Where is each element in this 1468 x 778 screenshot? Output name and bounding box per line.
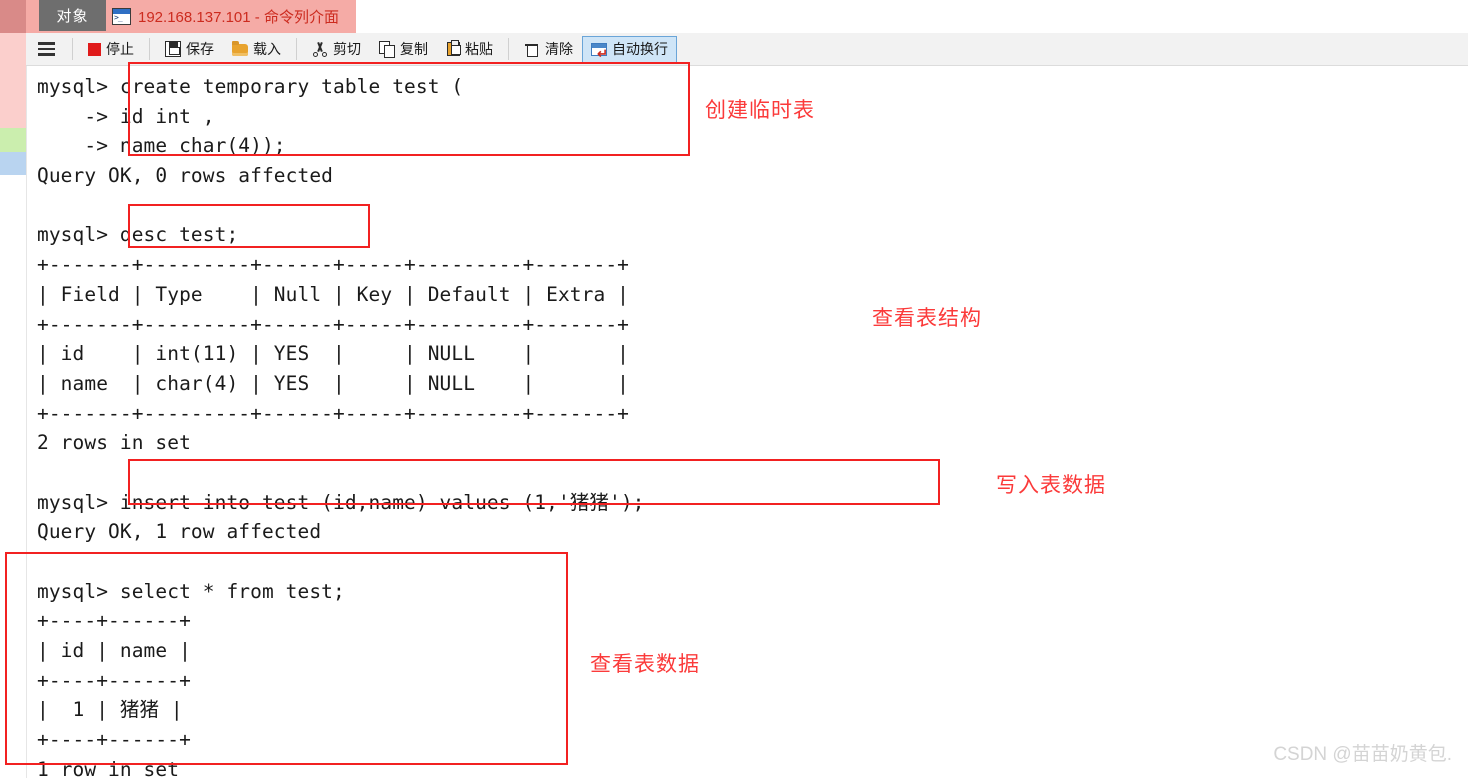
- terminal-line: | name | char(4) | YES | | NULL | |: [37, 371, 629, 395]
- word-wrap-button-label: 自动换行: [612, 41, 668, 57]
- rail-segment-dark: [0, 0, 26, 33]
- stop-icon: [88, 42, 101, 56]
- terminal-line: Query OK, 1 row affected: [37, 520, 322, 544]
- terminal-line: Query OK, 0 rows affected: [37, 164, 333, 188]
- annotation-create-temp-table: 创建临时表: [705, 99, 815, 122]
- load-button-label: 载入: [253, 41, 281, 57]
- terminal-line: +-------+---------+------+-----+--------…: [37, 312, 629, 336]
- tab-command-line[interactable]: 192.168.137.101 - 命令列介面: [106, 0, 351, 33]
- cut-button-label: 剪切: [333, 41, 361, 57]
- terminal-line: +-------+---------+------+-----+--------…: [37, 253, 629, 277]
- toolbar: 停止 保存 载入 剪切 复制 粘贴 清除 ↵ 自动换行: [26, 33, 1468, 66]
- rail-segment-green: [0, 128, 26, 152]
- terminal-line: +----+------+: [37, 668, 191, 692]
- clear-button-label: 清除: [545, 41, 573, 57]
- annotation-view-table-structure: 查看表结构: [872, 307, 982, 330]
- terminal-line: +-------+---------+------+-----+--------…: [37, 401, 629, 425]
- copy-icon: [379, 41, 395, 58]
- tab-objects[interactable]: 对象: [39, 0, 106, 31]
- terminal-line: | id | name |: [37, 639, 191, 663]
- trash-icon: [524, 41, 540, 57]
- left-color-rail: [0, 0, 26, 778]
- terminal-output[interactable]: mysql> create temporary table test ( -> …: [26, 66, 1468, 778]
- stop-button[interactable]: 停止: [79, 36, 143, 63]
- save-button[interactable]: 保存: [156, 36, 223, 63]
- terminal-line: -> name char(4));: [37, 134, 286, 158]
- rail-segment-pink: [0, 33, 26, 128]
- tab-objects-label: 对象: [56, 8, 89, 25]
- save-button-label: 保存: [186, 41, 214, 57]
- paste-button-label: 粘贴: [465, 41, 493, 57]
- folder-open-icon: [232, 41, 248, 56]
- load-button[interactable]: 载入: [223, 36, 290, 63]
- toolbar-divider: [508, 38, 509, 60]
- tab-strip: 对象 192.168.137.101 - 命令列介面: [26, 0, 1468, 33]
- toolbar-divider: [296, 38, 297, 60]
- terminal-line: +----+------+: [37, 609, 191, 633]
- paste-button[interactable]: 粘贴: [437, 36, 502, 63]
- paste-icon: [447, 40, 461, 56]
- toolbar-divider: [149, 38, 150, 60]
- word-wrap-button[interactable]: 自动换行: [582, 35, 677, 63]
- console-icon: [112, 8, 131, 25]
- save-icon: [165, 41, 181, 57]
- annotation-insert-table-data: 写入表数据: [996, 474, 1106, 497]
- toolbar-divider: [72, 38, 73, 60]
- terminal-line: +----+------+: [37, 728, 191, 752]
- terminal-line: mysql> select * from test;: [37, 579, 345, 603]
- terminal-line: 1 row in set: [37, 757, 180, 778]
- terminal-line: mysql> insert into test (id,name) values…: [37, 490, 645, 514]
- terminal-line: | 1 | 猪猪 |: [37, 698, 183, 722]
- tab-strip-empty-area: [356, 0, 1468, 33]
- watermark: CSDN @苗苗奶黄包.: [1273, 744, 1452, 765]
- command-line-window: 对象 192.168.137.101 - 命令列介面 停止 保存 载入: [0, 0, 1468, 778]
- clear-button[interactable]: 清除: [515, 36, 582, 63]
- hamburger-menu-icon[interactable]: [26, 33, 66, 66]
- terminal-line: | id | int(11) | YES | | NULL | |: [37, 342, 629, 366]
- tab-command-line-label: 192.168.137.101 - 命令列介面: [138, 9, 339, 26]
- stop-button-label: 停止: [106, 41, 134, 57]
- rail-segment-blue: [0, 152, 26, 175]
- terminal-line: | Field | Type | Null | Key | Default | …: [37, 282, 629, 306]
- scissors-icon: [312, 41, 328, 57]
- rail-segment-white: [0, 175, 26, 778]
- copy-button[interactable]: 复制: [370, 36, 437, 63]
- word-wrap-icon: [591, 43, 608, 60]
- annotation-view-table-data: 查看表数据: [590, 653, 700, 676]
- terminal-line: mysql> desc test;: [37, 223, 239, 247]
- terminal-line: 2 rows in set: [37, 431, 191, 455]
- copy-button-label: 复制: [400, 41, 428, 57]
- cut-button[interactable]: 剪切: [303, 36, 370, 63]
